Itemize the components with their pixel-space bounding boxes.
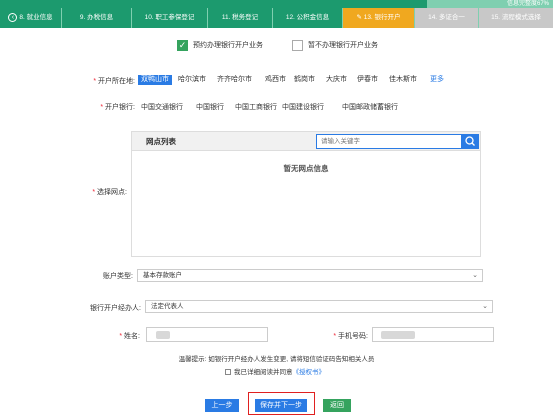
handler-label: 银行开户经办人:: [90, 305, 141, 312]
search-icon: [465, 136, 475, 146]
step-label: 12. 公积金信息: [285, 14, 330, 21]
city-option[interactable]: 鸡西市: [265, 75, 286, 85]
warm-notice: 温馨提示: 如银行开户经办人发生变更, 请将短信验证码告知相关人员: [178, 356, 375, 363]
step-multi-cert[interactable]: 14. 多证合一: [415, 8, 479, 28]
masked-value: [156, 331, 170, 339]
bank-option[interactable]: 中国建设银行: [282, 102, 324, 112]
step-label: 13. 银行开户: [363, 14, 401, 21]
step-bank-account[interactable]: ✎ 13. 银行开户: [343, 8, 415, 28]
outlet-search-input[interactable]: [316, 134, 462, 149]
skip-account-checkbox[interactable]: [292, 40, 303, 51]
step-employment[interactable]: ‹ 8. 就业信息: [0, 8, 62, 28]
account-type-value: 基本存款账户: [143, 272, 182, 279]
step-label: 15. 流程模式选择: [491, 14, 541, 21]
city-option[interactable]: 齐齐哈尔市: [217, 75, 252, 85]
step-navigation: ‹ 8. 就业信息 9. 办税信息 10. 职工参保登记 11. 税务登记 12.…: [0, 8, 553, 28]
prev-button[interactable]: 上一步: [205, 399, 239, 412]
city-option[interactable]: 佳木斯市: [389, 75, 417, 85]
step-label: 8. 就业信息: [19, 14, 53, 21]
name-label: * 姓名:: [119, 333, 140, 340]
step-tax-info[interactable]: 9. 办税信息: [62, 8, 132, 28]
top-bar: 信息完整度67%: [0, 0, 553, 8]
book-account-checkbox[interactable]: ✓: [177, 40, 188, 51]
pencil-icon: ✎: [356, 14, 364, 21]
bank-label: * 开户银行:: [100, 104, 135, 111]
masked-value: [381, 331, 415, 339]
step-tax-registration[interactable]: 11. 税务登记: [208, 8, 273, 28]
search-button[interactable]: [462, 134, 479, 149]
name-input[interactable]: [146, 327, 268, 342]
outlet-list-panel: 网点列表 暂无网点信息: [131, 131, 481, 257]
city-option[interactable]: 大庆市: [326, 75, 347, 85]
outlet-label: * 选择网点:: [92, 189, 127, 196]
agreement-text: 我已详细阅读并同意: [234, 369, 293, 376]
step-label: 11. 税务登记: [221, 14, 259, 21]
step-housing-fund[interactable]: 12. 公积金信息: [273, 8, 343, 28]
book-account-label: 预约办理银行开户业务: [193, 42, 263, 49]
progress-text: 信息完整度67%: [506, 1, 549, 7]
step-label: 10. 职工参保登记: [144, 14, 195, 21]
handler-value: 法定代表人: [151, 303, 184, 310]
phone-input[interactable]: [372, 327, 494, 342]
step-process-mode[interactable]: 15. 流程模式选择: [479, 8, 553, 28]
city-option[interactable]: 伊春市: [357, 75, 378, 85]
agreement-row: 我已详细阅读并同意《授权书》: [225, 369, 325, 377]
bank-option[interactable]: 中国银行: [196, 102, 224, 112]
city-option-selected[interactable]: 双鸭山市: [138, 75, 172, 85]
chevron-down-icon: ⌄: [482, 303, 488, 310]
back-arrow-icon[interactable]: ‹: [8, 12, 18, 22]
bank-option[interactable]: 中国邮政储蓄银行: [342, 102, 398, 112]
save-next-button[interactable]: 保存并下一步: [255, 399, 307, 412]
account-type-label: 账户类型:: [103, 273, 133, 280]
outlet-list-title: 网点列表: [146, 137, 176, 146]
outlet-list-header: 网点列表: [132, 132, 480, 151]
step-label: 14. 多证合一: [428, 14, 465, 21]
step-insurance[interactable]: 10. 职工参保登记: [132, 8, 208, 28]
handler-select[interactable]: 法定代表人 ⌄: [145, 300, 493, 313]
phone-label: * 手机号码:: [333, 333, 368, 340]
city-more-link[interactable]: 更多: [430, 75, 444, 85]
skip-account-label: 暂不办理银行开户业务: [308, 42, 378, 49]
chevron-down-icon: ⌄: [472, 272, 478, 279]
city-option[interactable]: 鹤岗市: [294, 75, 315, 85]
authorization-link[interactable]: 《授权书》: [293, 369, 326, 376]
return-button[interactable]: 返回: [323, 399, 351, 412]
agreement-checkbox[interactable]: [225, 369, 231, 376]
city-label: * 开户所在地:: [93, 78, 135, 85]
bank-option[interactable]: 中国交通银行: [141, 102, 183, 112]
city-option[interactable]: 哈尔滨市: [178, 75, 206, 85]
account-type-select[interactable]: 基本存款账户 ⌄: [137, 269, 483, 282]
outlet-empty-text: 暂无网点信息: [283, 164, 329, 173]
bank-option[interactable]: 中国工商银行: [235, 102, 277, 112]
step-label: 9. 办税信息: [79, 14, 114, 21]
